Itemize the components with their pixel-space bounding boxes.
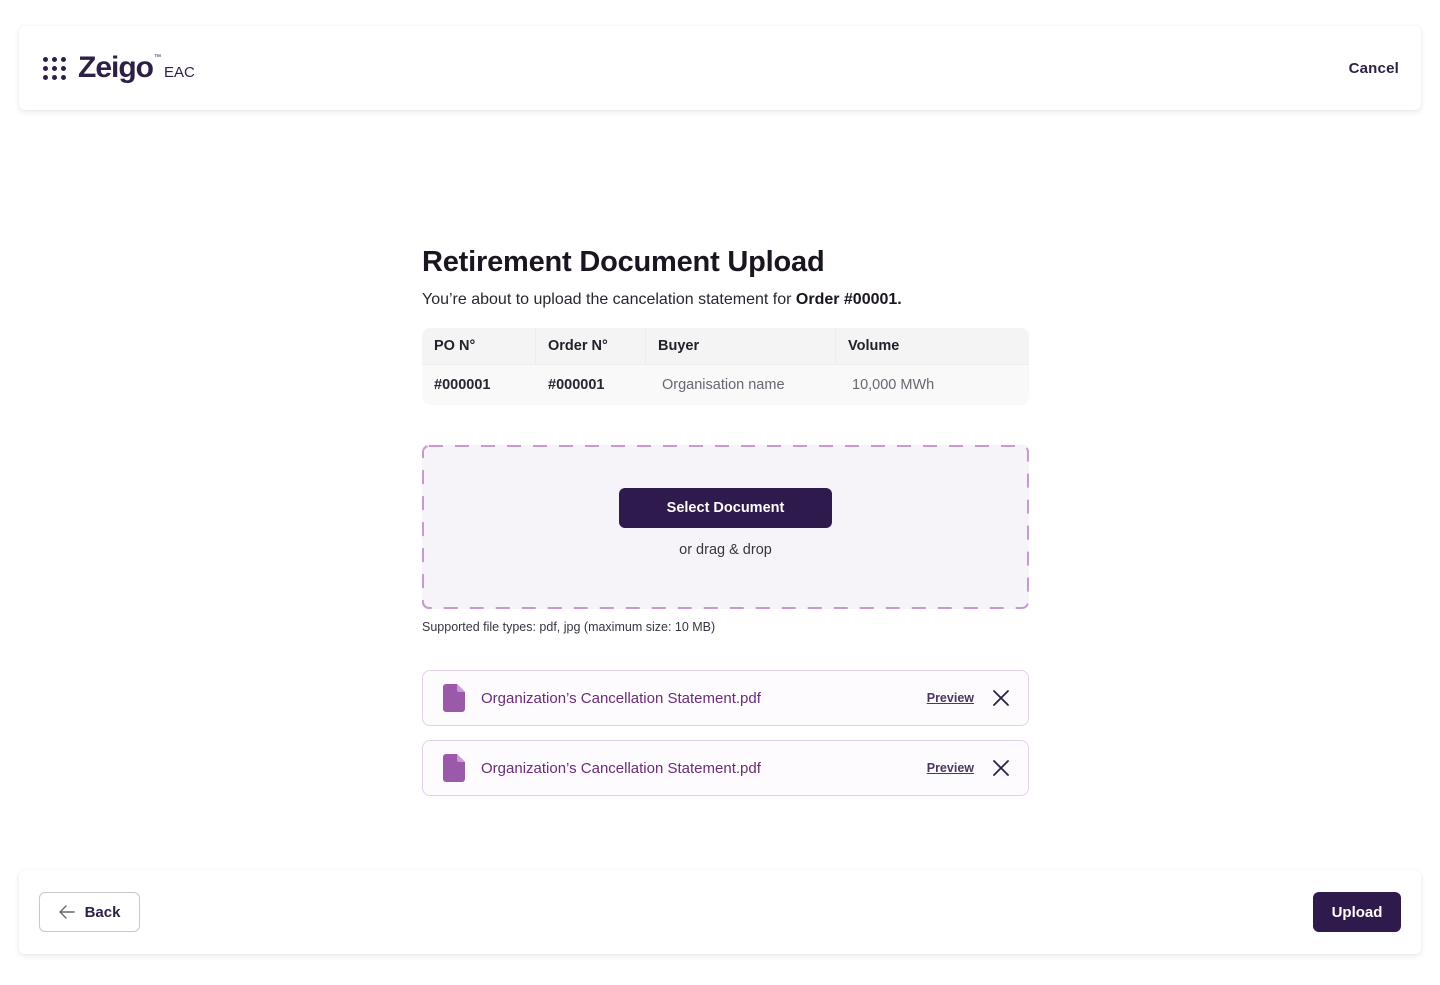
column-header-po: PO N°	[422, 328, 536, 364]
brand: Zeigo ™ EAC	[43, 51, 195, 85]
cell-order: #000001	[548, 377, 605, 393]
back-button[interactable]: Back	[39, 892, 140, 932]
cell-volume: 10,000 MWh	[852, 377, 935, 393]
bottom-action-bar: Back Upload	[19, 870, 1421, 954]
close-icon[interactable]	[992, 689, 1010, 707]
subtitle-text: You’re about to upload the cancelation s…	[422, 291, 796, 308]
back-label: Back	[84, 903, 121, 921]
preview-link[interactable]: Preview	[927, 761, 974, 775]
table-header: PO N° Order N° Buyer Volume	[422, 328, 1029, 364]
subtitle-order: Order #00001.	[795, 291, 902, 308]
column-header-order: Order N°	[536, 328, 646, 364]
page-subtitle: You’re about to upload the cancelation s…	[422, 291, 1029, 309]
drag-drop-hint: or drag & drop	[679, 542, 772, 558]
document-icon	[443, 754, 465, 782]
uploaded-file-list: Organization’s Cancellation Statement.pd…	[422, 670, 1029, 796]
cell-buyer: Organisation name	[662, 377, 785, 393]
logo[interactable]: Zeigo ™ EAC	[78, 51, 195, 85]
top-bar: Zeigo ™ EAC Cancel	[19, 26, 1421, 110]
close-icon[interactable]	[992, 759, 1010, 777]
logo-suffix: EAC	[164, 64, 195, 81]
cell-po: #000001	[434, 377, 491, 393]
upload-button[interactable]: Upload	[1313, 892, 1401, 932]
app-grid-icon[interactable]	[43, 56, 66, 80]
arrow-left-icon	[58, 905, 75, 919]
supported-file-types: Supported file types: pdf, jpg (maximum …	[422, 620, 716, 634]
table-row: #000001 #000001 Organisation name 10,000…	[422, 364, 1029, 405]
logo-word: Zeigo	[78, 51, 154, 84]
file-dropzone[interactable]: Select Document or drag & drop	[422, 445, 1029, 609]
preview-link[interactable]: Preview	[927, 691, 974, 705]
file-name: Organization’s Cancellation Statement.pd…	[481, 689, 761, 707]
column-header-buyer: Buyer	[646, 328, 836, 364]
list-item: Organization’s Cancellation Statement.pd…	[422, 670, 1029, 726]
logo-trademark: ™	[154, 54, 161, 61]
page-title: Retirement Document Upload	[422, 246, 825, 278]
select-document-button[interactable]: Select Document	[619, 488, 832, 528]
upload-panel: Retirement Document Upload You’re about …	[422, 246, 1029, 796]
list-item: Organization’s Cancellation Statement.pd…	[422, 740, 1029, 796]
order-summary-table: PO N° Order N° Buyer Volume #000001 #000…	[422, 328, 1029, 405]
document-icon	[443, 684, 465, 712]
column-header-volume: Volume	[848, 338, 900, 354]
file-name: Organization’s Cancellation Statement.pd…	[481, 759, 761, 777]
cancel-link[interactable]: Cancel	[1349, 60, 1399, 77]
